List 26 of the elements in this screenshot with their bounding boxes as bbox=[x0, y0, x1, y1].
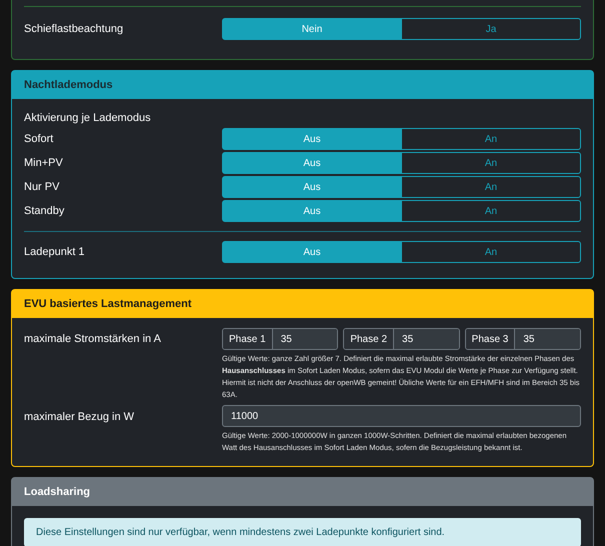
toggle-option[interactable]: Aus bbox=[222, 176, 402, 198]
card-title: Nachtlademodus bbox=[24, 78, 113, 93]
toggle-option[interactable]: Nein bbox=[222, 18, 402, 40]
input-field[interactable]: 11000 bbox=[222, 405, 581, 427]
setting-label: Schieflastbeachtung bbox=[24, 22, 124, 37]
toggle-option[interactable]: An bbox=[401, 152, 581, 174]
setting-label: Standby bbox=[24, 204, 66, 219]
setting-label: Nur PV bbox=[24, 180, 60, 195]
toggle-option[interactable]: Aus bbox=[222, 152, 402, 174]
card-title: EVU basiertes Lastmanagement bbox=[24, 296, 192, 312]
setting-label: maximale Stromstärken in A bbox=[24, 332, 162, 347]
toggle-option[interactable]: An bbox=[401, 176, 581, 198]
setting-label: Min+PV bbox=[24, 156, 64, 171]
setting-label: Sofort bbox=[24, 132, 54, 147]
toggle-option[interactable]: An bbox=[401, 241, 581, 263]
info-alert: Diese Einstellungen sind nur verfügbar, wenn mindestens zwei Ladepunkte konfiguriert sind. bbox=[24, 518, 581, 546]
setting-label: Ladepunkt 1 bbox=[24, 244, 86, 260]
card-title: Loadsharing bbox=[24, 484, 90, 500]
toggle-option[interactable]: Aus bbox=[222, 200, 402, 222]
toggle-option[interactable]: Aus bbox=[222, 241, 402, 263]
setting-label: maximaler Bezug in W bbox=[24, 410, 136, 425]
toggle-option[interactable]: An bbox=[401, 128, 581, 150]
section-label: Aktivierung je Lademodus bbox=[24, 110, 151, 126]
toggle-option[interactable]: An bbox=[401, 200, 581, 222]
toggle-option[interactable]: Aus bbox=[222, 128, 402, 150]
toggle-option[interactable]: Ja bbox=[401, 18, 581, 40]
